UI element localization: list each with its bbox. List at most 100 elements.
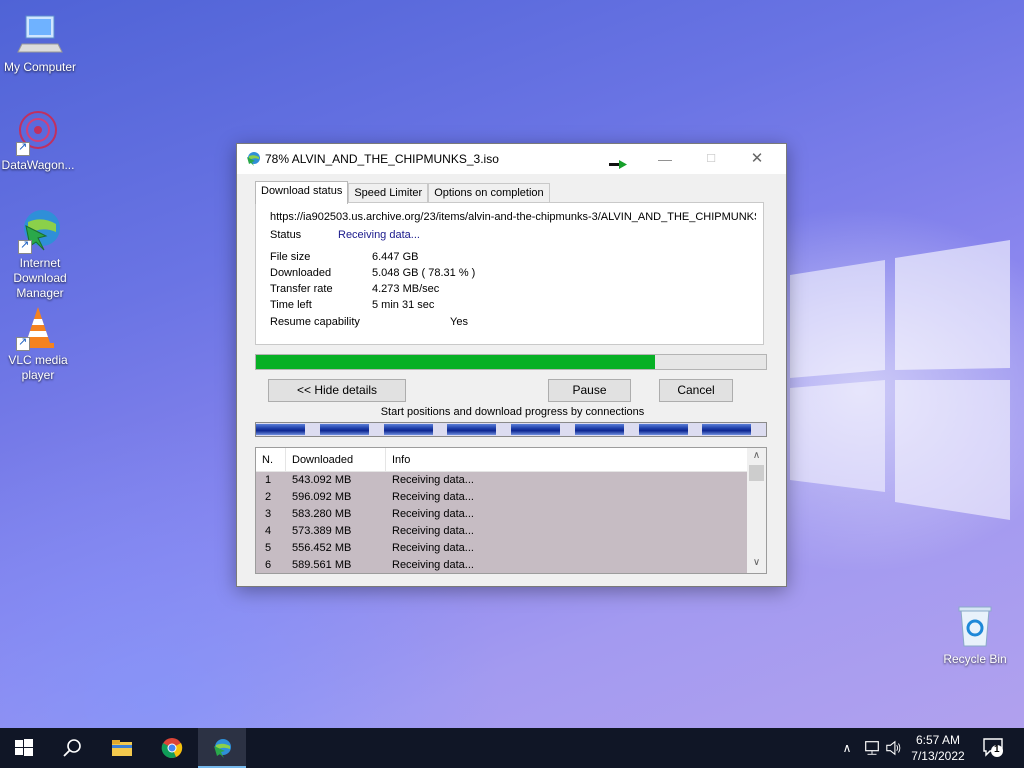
desktop-icon-label: Recycle Bin <box>943 652 1007 666</box>
wallpaper-windows-logo <box>790 240 1010 520</box>
windows-start-icon <box>15 739 33 756</box>
desktop-icon-label: VLC media player <box>8 353 68 382</box>
maximize-button[interactable]: ☐ <box>688 144 734 174</box>
scroll-up-icon[interactable]: ∧ <box>747 450 766 464</box>
row-info: Receiving data... <box>392 474 474 486</box>
start-button[interactable] <box>0 728 48 768</box>
connection-segment <box>574 424 624 435</box>
row-number: 4 <box>265 525 272 537</box>
tray-overflow-chevron-icon[interactable]: ∧ <box>838 728 856 768</box>
taskbar-idm[interactable] <box>198 728 246 768</box>
table-row[interactable]: 4 573.389 MB Receiving data... <box>256 523 748 540</box>
row-info: Receiving data... <box>392 508 474 520</box>
desktop-icon-my-computer[interactable]: My Computer <box>0 10 80 75</box>
connection-segment <box>256 424 306 435</box>
desktop-icon-recycle-bin[interactable]: Recycle Bin <box>935 602 1015 667</box>
folder-icon <box>112 740 132 756</box>
row-info: Receiving data... <box>392 559 474 571</box>
chrome-icon <box>161 738 183 758</box>
idm-app-icon <box>245 151 261 167</box>
table-row[interactable]: 6 589.561 MB Receiving data... <box>256 557 748 573</box>
tab-download-status[interactable]: Download status <box>255 181 349 204</box>
detail-value: 6.447 GB <box>372 251 419 263</box>
tab-speed-limiter[interactable]: Speed Limiter <box>348 183 429 204</box>
column-header-number[interactable]: N. <box>256 448 286 472</box>
connections-list[interactable]: N. Downloaded Info 1 543.092 MB Receivin… <box>255 447 767 574</box>
table-row[interactable]: 3 583.280 MB Receiving data... <box>256 506 748 523</box>
idm-globe-icon <box>16 206 64 254</box>
window-title: 78% ALVIN_AND_THE_CHIPMUNKS_3.iso <box>265 152 499 166</box>
desktop-icon-idm[interactable]: Internet Download Manager <box>0 206 80 301</box>
notification-count: 1 <box>994 744 1000 755</box>
row-number: 1 <box>265 474 272 486</box>
scroll-thumb[interactable] <box>749 465 764 481</box>
shortcut-arrow-icon <box>18 238 32 254</box>
column-header-info[interactable]: Info <box>386 448 748 472</box>
taskbar-file-explorer[interactable] <box>98 728 146 768</box>
window-titlebar[interactable]: 78% ALVIN_AND_THE_CHIPMUNKS_3.iso — ☐ ✕ <box>237 144 786 174</box>
row-number: 5 <box>265 542 272 554</box>
pause-button[interactable]: Pause <box>548 379 631 402</box>
action-center-button[interactable]: 1 <box>982 736 1004 758</box>
close-button[interactable]: ✕ <box>734 144 780 174</box>
taskbar-chrome[interactable] <box>148 728 196 768</box>
row-info: Receiving data... <box>392 525 474 537</box>
taskbar-clock[interactable]: 6:57 AM 7/13/2022 <box>900 732 976 764</box>
status-label: Status <box>270 229 302 241</box>
row-info: Receiving data... <box>392 491 474 503</box>
row-downloaded: 589.561 MB <box>292 559 352 571</box>
download-url: https://ia902503.us.archive.org/23/items… <box>270 211 756 223</box>
connection-segment <box>638 424 688 435</box>
progress-fill <box>256 355 656 369</box>
scroll-down-icon[interactable]: ∨ <box>747 557 766 571</box>
tab-options-on-completion[interactable]: Options on completion <box>428 183 550 204</box>
desktop-icon-vlc[interactable]: VLC media player <box>0 303 78 383</box>
recycle-bin-icon <box>951 602 999 650</box>
connections-progress-bar <box>255 422 767 437</box>
row-downloaded: 556.452 MB <box>292 542 352 554</box>
detail-value: Yes <box>450 316 468 328</box>
list-body: 1 543.092 MB Receiving data... 2 596.092… <box>256 472 748 573</box>
detail-label: Transfer rate <box>270 283 333 295</box>
list-header: N. Downloaded Info <box>256 448 748 472</box>
search-button[interactable] <box>48 728 96 768</box>
row-number: 2 <box>265 491 272 503</box>
row-number: 6 <box>265 559 272 571</box>
connections-caption: Start positions and download progress by… <box>380 406 645 418</box>
download-status-panel: https://ia902503.us.archive.org/23/items… <box>255 202 764 345</box>
cancel-button[interactable]: Cancel <box>659 379 733 402</box>
connection-segment <box>702 424 752 435</box>
hide-details-button[interactable]: << Hide details <box>268 379 406 402</box>
shortcut-arrow-icon <box>16 335 30 351</box>
taskbar: ∧ 6:57 AM 7/13/2022 1 <box>0 728 1024 768</box>
mouse-cursor-icon <box>609 160 627 170</box>
tab-strip: Download status Speed Limiter Options on… <box>255 181 550 204</box>
detail-label: File size <box>270 251 311 263</box>
row-number: 3 <box>265 508 272 520</box>
table-row[interactable]: 5 556.452 MB Receiving data... <box>256 540 748 557</box>
desktop-icon-label: Internet Download Manager <box>13 256 67 300</box>
desktop-icon-label: My Computer <box>3 60 77 74</box>
clock-time: 6:57 AM <box>915 733 961 747</box>
column-header-downloaded[interactable]: Downloaded <box>286 448 386 472</box>
detail-value: 5 min 31 sec <box>372 299 435 311</box>
row-info: Receiving data... <box>392 542 474 554</box>
desktop-icon-datawagon[interactable]: DataWagon... <box>0 108 78 173</box>
vlc-cone-icon <box>14 303 62 351</box>
list-scrollbar[interactable]: ∧ ∨ <box>747 448 766 573</box>
connection-segment <box>383 424 433 435</box>
search-icon <box>63 739 81 757</box>
row-downloaded: 573.389 MB <box>292 525 352 537</box>
table-row[interactable]: 2 596.092 MB Receiving data... <box>256 489 748 506</box>
desktop-icon-label: DataWagon... <box>1 158 75 172</box>
tray-network[interactable] <box>862 728 882 768</box>
status-value: Receiving data... <box>338 229 420 241</box>
download-progress-window: 78% ALVIN_AND_THE_CHIPMUNKS_3.iso — ☐ ✕ … <box>236 143 787 587</box>
table-row[interactable]: 1 543.092 MB Receiving data... <box>256 472 748 489</box>
minimize-button[interactable]: — <box>642 144 688 174</box>
connection-segment <box>447 424 497 435</box>
clock-date: 7/13/2022 <box>911 749 965 763</box>
connection-segment <box>511 424 561 435</box>
row-downloaded: 596.092 MB <box>292 491 352 503</box>
connection-segment <box>319 424 369 435</box>
